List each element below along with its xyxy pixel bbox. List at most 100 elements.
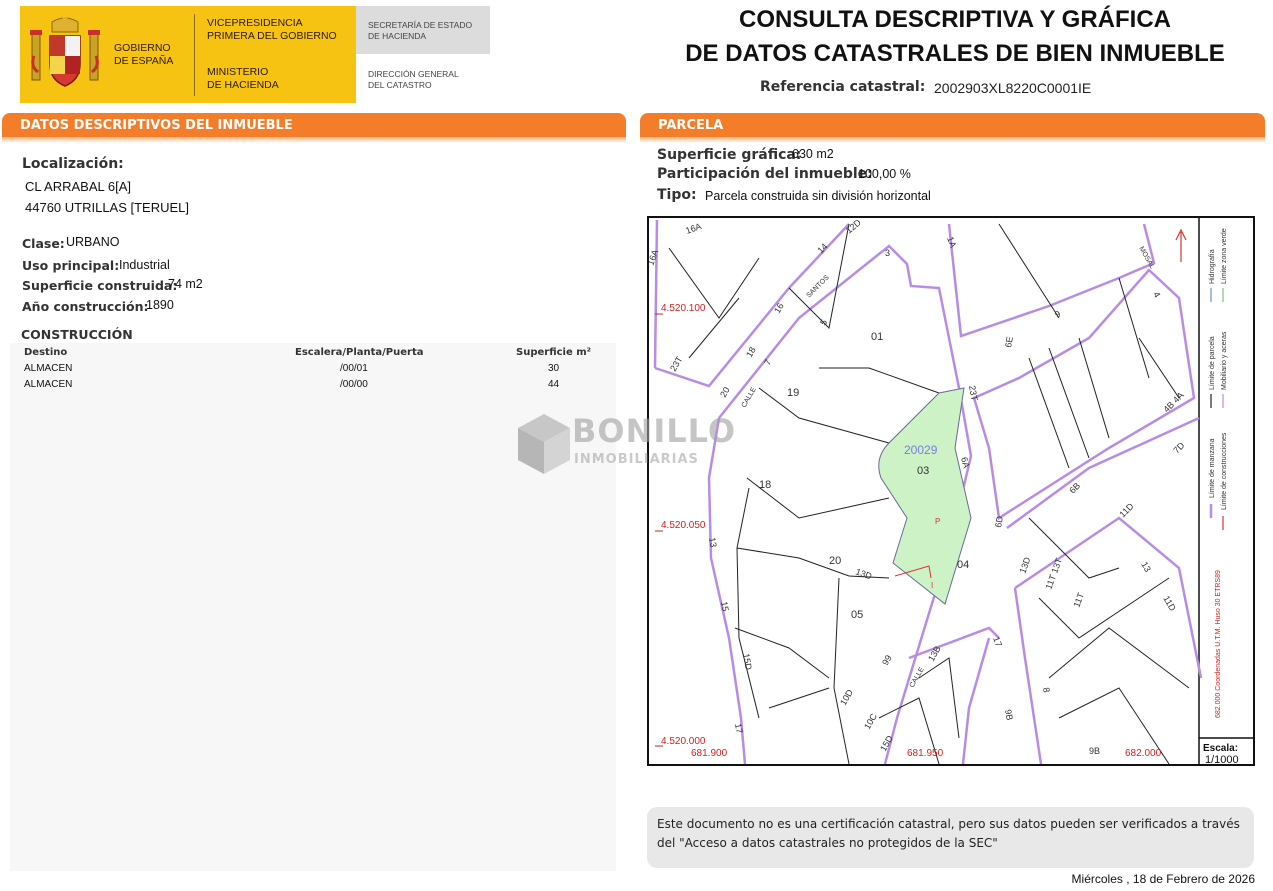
clase-label: Clase:	[22, 236, 65, 251]
vice-line1: VICEPRESIDENCIA	[207, 17, 303, 29]
watermark-subtitle: INMOBILIARIAS	[574, 452, 699, 467]
map-label: 15D	[741, 653, 754, 671]
coord-x1: 681.900	[691, 748, 728, 759]
map-label: 03	[917, 465, 929, 477]
scale-label: Escala:	[1203, 743, 1238, 754]
parcel-line	[1048, 627, 1190, 689]
parcel-line	[1028, 337, 1110, 469]
map-label: 6A	[959, 456, 972, 469]
map-label: 16A	[649, 248, 660, 266]
parcel-line	[819, 367, 940, 394]
coord-y3: 4.520.000	[661, 736, 706, 747]
th-destino: Destino	[24, 347, 68, 358]
parcel-line	[768, 687, 830, 709]
superficie-value: 74 m2	[168, 277, 203, 291]
clase-value: URBANO	[66, 235, 120, 249]
ministerio-text: MINISTERIO DE HACIENDA	[207, 66, 279, 92]
parcel-line	[758, 387, 890, 444]
manzana-edge	[972, 268, 1196, 521]
map-label: 3	[885, 248, 890, 258]
disclaimer-text: Este documento no es una certificación c…	[657, 817, 1240, 850]
map-label: 16	[772, 301, 786, 315]
legend-item: Límite de manzana	[1209, 438, 1216, 498]
spain-coat-of-arms-icon	[30, 17, 100, 87]
map-red-label: I	[931, 581, 933, 590]
map-label: 14	[815, 241, 829, 255]
map-label: 11D	[1117, 501, 1136, 520]
map-label: 1A	[945, 235, 958, 249]
gov-espana-text: GOBIERNO DE ESPAÑA	[114, 42, 173, 68]
map-label: 23T	[967, 385, 980, 403]
localizacion-label: Localización:	[22, 156, 124, 172]
address-line2: 44760 UTRILLAS [TERUEL]	[25, 200, 190, 215]
vice-line2: PRIMERA DEL GOBIERNO	[207, 30, 337, 42]
map-red-label: P	[935, 517, 940, 526]
parcela-sup-value: 630 m2	[792, 147, 834, 161]
table-row-1-destino: ALMACEN	[24, 363, 73, 374]
map-label: 11T	[1071, 591, 1086, 609]
uso-value: Industrial	[119, 258, 170, 272]
watermark-brand: BONILLO	[572, 412, 737, 450]
coord-y1: 4.520.100	[661, 303, 706, 314]
sec-line2: DE HACIENDA	[368, 31, 427, 41]
legend-item: Límite de construcciones	[1221, 432, 1228, 510]
superficie-label: Superficie construida:	[22, 278, 178, 293]
map-label: 18	[744, 345, 758, 359]
section-bar-shadow	[2, 137, 626, 143]
parcel-line	[998, 223, 1060, 319]
map-label: 8	[1041, 687, 1052, 694]
manzana-edge	[1006, 416, 1200, 530]
legend-item: Límite de parcela	[1209, 336, 1216, 390]
map-label: 01	[871, 331, 883, 343]
table-row-2-sup: 44	[548, 379, 560, 390]
gov-line1: GOBIERNO	[114, 42, 171, 54]
manzana-edge	[707, 417, 747, 764]
map-label: 4	[1151, 290, 1162, 299]
map-label: 10C	[862, 711, 879, 731]
map-label: 99	[880, 653, 894, 667]
map-label: 19	[787, 387, 799, 399]
map-label: 6D	[993, 515, 1005, 529]
document-date: Miércoles , 18 de Febrero de 2026	[1071, 872, 1255, 886]
legend-item: Mobiliario y aceras	[1221, 331, 1228, 390]
section-bar-shadow-parcela	[640, 137, 1265, 143]
coord-x2: 681.950	[907, 748, 944, 759]
uso-label: Uso principal:	[22, 258, 120, 273]
legend-coords: 682.000 Coordenadas U.T.M. Huso 30 ETRS8…	[1215, 570, 1222, 718]
parcel-id-label: 20029	[904, 443, 938, 457]
map-label: 20	[829, 555, 841, 567]
map-label: 9B	[1003, 709, 1015, 722]
dir-line2: DEL CATASTRO	[368, 80, 432, 90]
table-row-2-destino: ALMACEN	[24, 379, 73, 390]
map-label: 23T	[668, 354, 685, 373]
map-label: 16A	[684, 221, 702, 236]
map-label: 15	[719, 601, 731, 613]
anio-label: Año construcción:	[22, 299, 149, 314]
map-label: 05	[851, 609, 863, 621]
parcela-tipo-value: Parcela construida sin división horizont…	[705, 189, 931, 203]
table-row-1-sup: 30	[548, 363, 560, 374]
section-bar-descriptivos: DATOS DESCRIPTIVOS DEL INMUEBLE	[2, 113, 626, 137]
secretaria-text: SECRETARÍA DE ESTADO DE HACIENDA	[368, 20, 472, 42]
min-line1: MINISTERIO	[207, 66, 269, 78]
map-label: 10D	[838, 687, 855, 707]
table-row-2-epp: /00/00	[340, 379, 368, 390]
sec-line1: SECRETARÍA DE ESTADO	[368, 20, 473, 30]
vicepresidencia-text: VICEPRESIDENCIA PRIMERA DEL GOBIERNO	[207, 17, 337, 43]
highlighted-parcel	[878, 387, 972, 605]
parcel-line	[788, 223, 850, 330]
manzana-edge	[653, 219, 659, 369]
dir-line1: DIRECCIÓN GENERAL	[368, 69, 459, 79]
map-label: 13	[707, 537, 719, 549]
coord-y2: 4.520.050	[661, 520, 706, 531]
map-label: 7D	[1171, 440, 1187, 456]
ref-catastral-value: 2002903XL8220C0001IE	[934, 80, 1092, 96]
section-bar-parcela: PARCELA	[640, 113, 1265, 137]
gov-line2: DE ESPAÑA	[114, 55, 174, 67]
page-title-line2: DE DATOS CATASTRALES DE BIEN INMUEBLE	[685, 40, 1225, 67]
map-label: 13D	[854, 566, 873, 581]
manzana-edge	[1013, 587, 1043, 764]
map-label: 9	[1053, 309, 1062, 320]
north-arrow-icon	[1175, 228, 1187, 262]
parcela-sup-label: Superficie gráfica:	[657, 147, 802, 163]
